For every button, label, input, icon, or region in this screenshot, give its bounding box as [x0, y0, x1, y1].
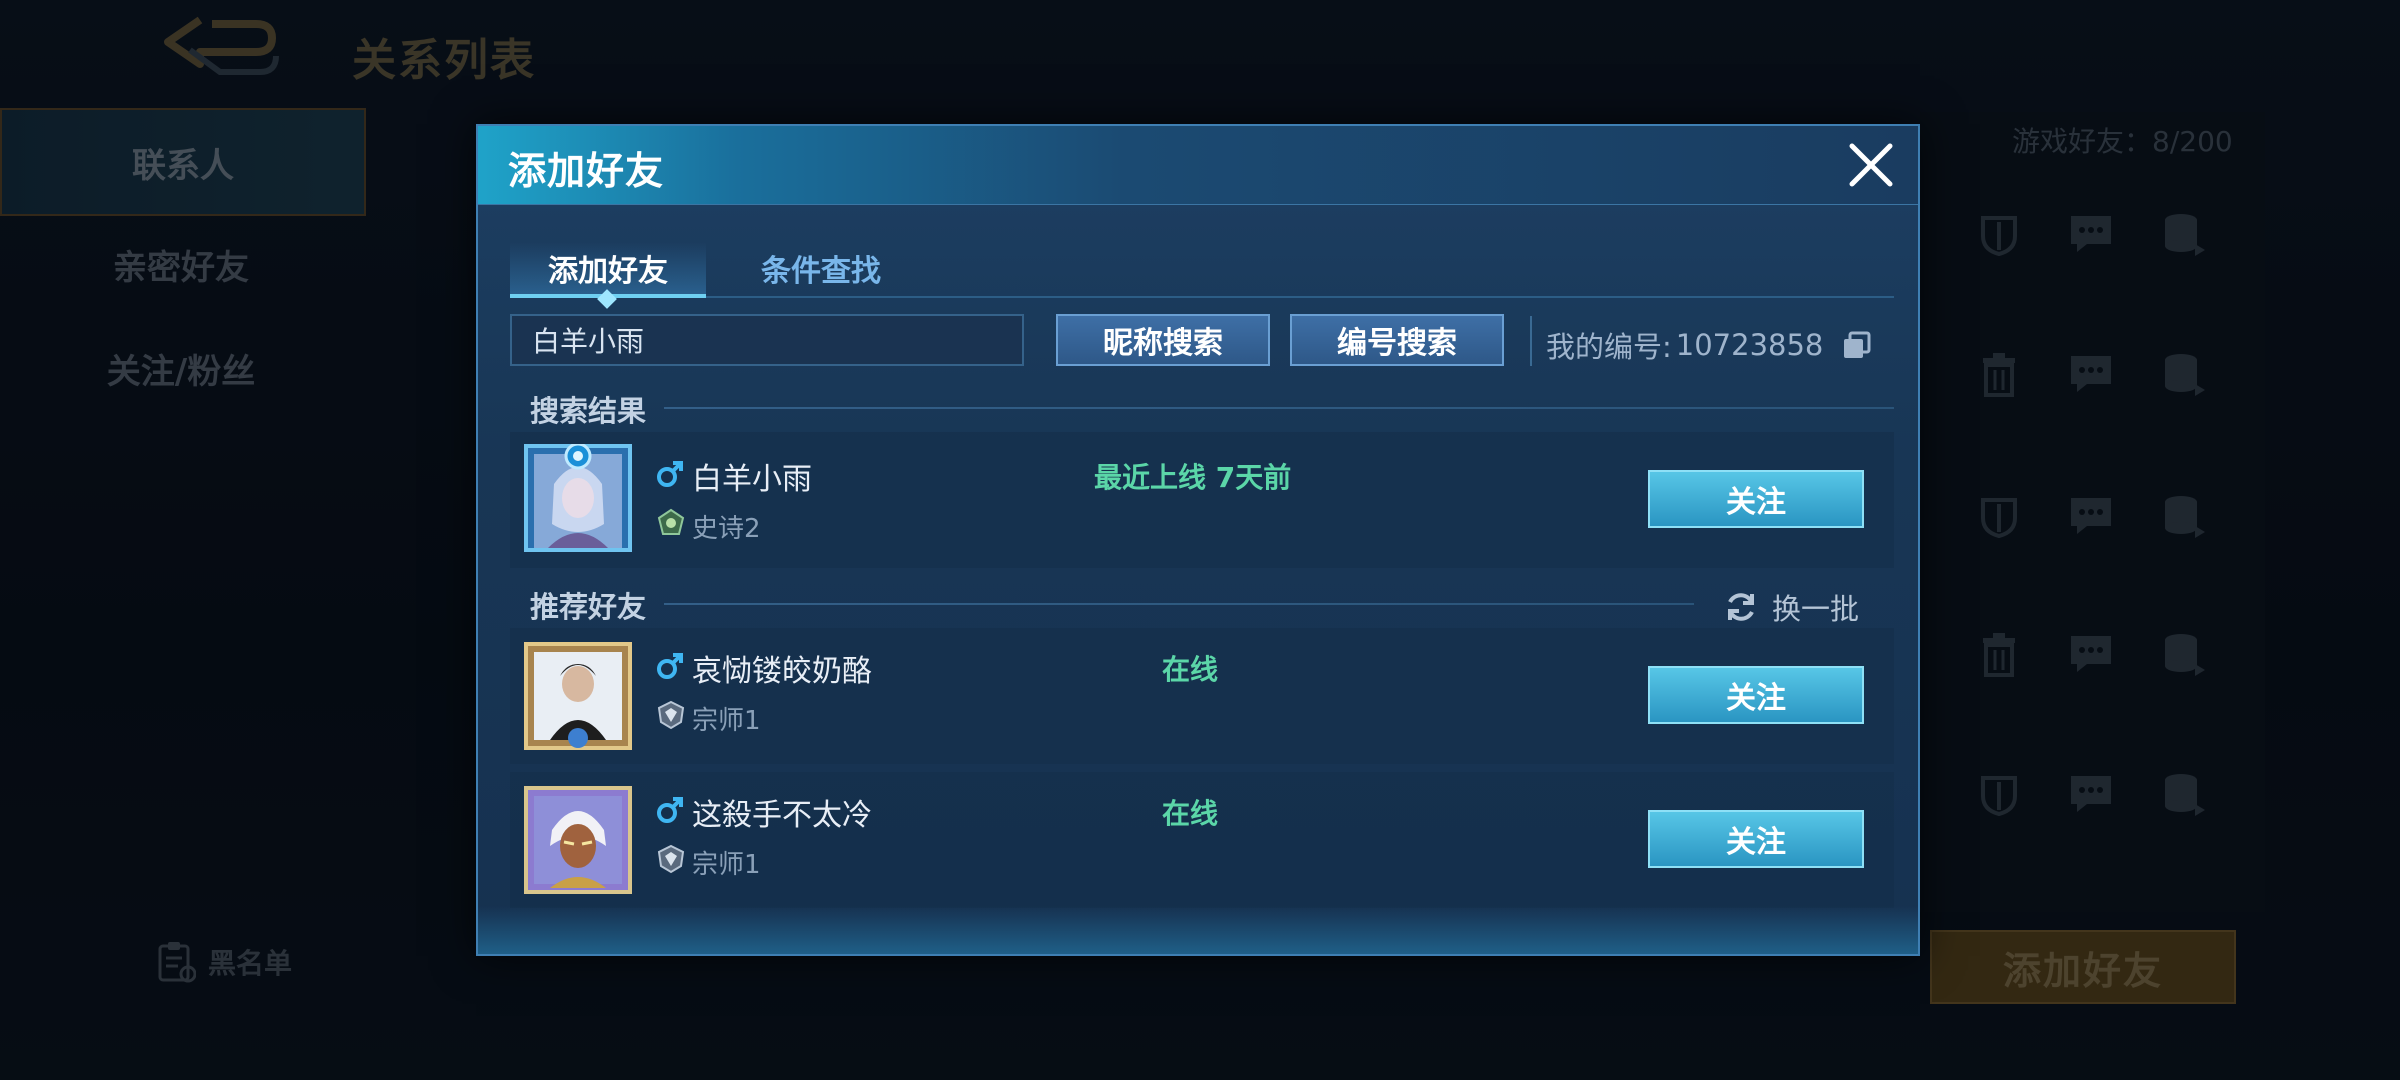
- copy-icon[interactable]: [1841, 329, 1873, 361]
- dialog-title: 添加好友: [508, 149, 665, 193]
- dialog-header: 添加好友: [478, 126, 1918, 205]
- close-icon[interactable]: [1846, 140, 1896, 190]
- list-item: 这殺手不太冷 宗师1 在线 关注: [510, 772, 1894, 908]
- player-name: 白羊小雨: [692, 462, 812, 497]
- search-results-label: 搜索结果: [530, 394, 647, 428]
- add-friend-dialog: 添加好友 添加好友 条件查找 昵称搜索 编号搜索 我的编号: 10723858 …: [476, 124, 1920, 956]
- follow-button[interactable]: 关注: [1648, 470, 1864, 528]
- player-rank: 宗师1: [692, 706, 761, 736]
- divider: [1530, 316, 1532, 366]
- dialog-bottom-glow: [478, 906, 1918, 954]
- follow-button[interactable]: 关注: [1648, 810, 1864, 868]
- tab-indicator: [597, 289, 617, 309]
- tab-label: 条件查找: [761, 254, 881, 289]
- list-item: 哀恸镂皎奶酪 宗师1 在线 关注: [510, 628, 1894, 764]
- my-id-value: 10723858: [1675, 328, 1824, 362]
- tab-condition-search[interactable]: 条件查找: [736, 242, 906, 294]
- player-rank: 宗师1: [692, 850, 761, 880]
- search-input[interactable]: [510, 314, 1024, 366]
- my-id-label: 我的编号:: [1546, 330, 1672, 364]
- follow-button[interactable]: 关注: [1648, 666, 1864, 724]
- section-divider: [664, 407, 1894, 409]
- tab-add-friend[interactable]: 添加好友: [510, 242, 706, 309]
- male-icon: [657, 653, 683, 679]
- rank-epic-icon: [657, 508, 685, 535]
- tab-label: 添加好友: [548, 254, 668, 289]
- refresh-label: 换一批: [1772, 592, 1860, 626]
- rank-grandmaster-icon: [657, 700, 685, 730]
- refresh-icon: [1728, 593, 1754, 621]
- id-search-button[interactable]: 编号搜索: [1290, 314, 1504, 366]
- player-name: 哀恸镂皎奶酪: [692, 654, 872, 689]
- player-name: 这殺手不太冷: [692, 798, 872, 833]
- refresh-button[interactable]: 换一批: [1724, 586, 1859, 628]
- list-item: 白羊小雨 史诗2 最近上线 7天前 关注: [510, 432, 1894, 568]
- nickname-search-button[interactable]: 昵称搜索: [1056, 314, 1270, 366]
- player-avatar[interactable]: [524, 444, 632, 552]
- my-id: 我的编号: 10723858: [1546, 324, 1873, 366]
- player-avatar[interactable]: [524, 786, 632, 894]
- last-online-status: 最近上线 7天前: [1094, 461, 1292, 494]
- dialog-tabs: 添加好友 条件查找: [510, 242, 1894, 309]
- section-divider: [664, 603, 1694, 605]
- player-rank: 史诗2: [692, 514, 761, 544]
- online-status: 在线: [1162, 653, 1219, 686]
- male-icon: [657, 461, 683, 487]
- recommended-friends-label: 推荐好友: [530, 590, 647, 624]
- male-icon: [657, 797, 683, 823]
- player-avatar[interactable]: [524, 642, 632, 750]
- rank-grandmaster-icon: [657, 844, 685, 874]
- online-status: 在线: [1162, 797, 1219, 830]
